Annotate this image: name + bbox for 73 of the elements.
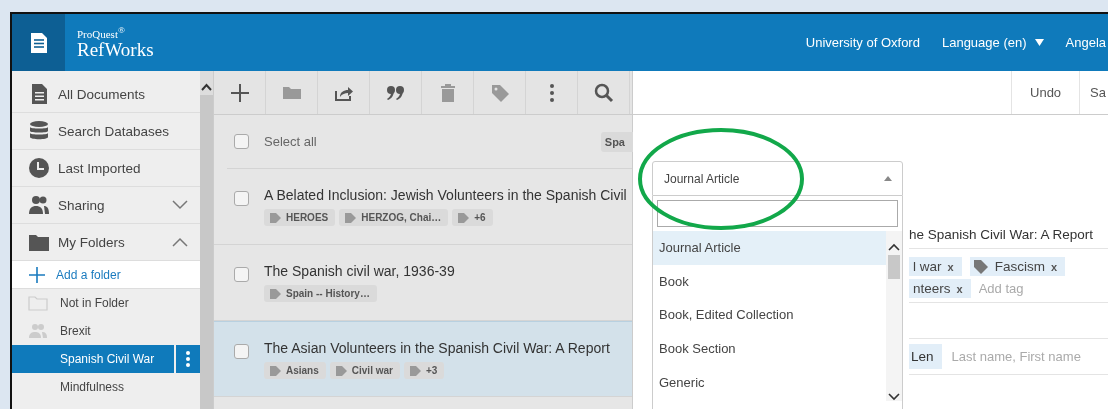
scrollbar-thumb[interactable] xyxy=(888,255,900,279)
dropdown-option[interactable]: Book Section xyxy=(653,331,886,366)
folder-item[interactable]: Spanish Civil War xyxy=(12,345,200,373)
add-folder-link[interactable]: Add a folder xyxy=(12,261,200,289)
document-title[interactable]: The Spanish civil war, 1936-39 xyxy=(264,263,455,279)
checkbox[interactable] xyxy=(234,191,249,206)
filter-chip[interactable]: Spa xyxy=(600,131,633,152)
caret-icon xyxy=(1034,39,1044,46)
checkbox[interactable] xyxy=(234,134,249,149)
tag-chip[interactable]: nteers x xyxy=(909,279,971,298)
search-field[interactable] xyxy=(657,200,898,227)
folder-item[interactable]: Brexit xyxy=(12,317,200,345)
document-title[interactable]: A Belated Inclusion: Jewish Volunteers in the Spanish Civil xyxy=(264,187,627,203)
tag-icon xyxy=(270,365,282,376)
document-title: he Spanish Civil War: A Report xyxy=(909,227,1094,242)
tag-chip[interactable]: +3 xyxy=(403,362,445,379)
checkbox[interactable] xyxy=(234,344,249,359)
sidebar-item[interactable]: Search Databases xyxy=(12,113,200,150)
tag-chip[interactable]: Asians xyxy=(264,362,326,379)
folder-icon xyxy=(28,295,48,311)
tag-chip[interactable]: Civil war xyxy=(329,362,400,379)
database-icon xyxy=(28,120,50,142)
document-title[interactable]: The Asian Volunteers in the Spanish Civil War: A Report xyxy=(264,340,610,356)
dropdown-option[interactable]: Generic xyxy=(653,365,886,399)
people-icon xyxy=(28,323,48,339)
people-icon xyxy=(28,194,50,216)
document-row[interactable]: The Asian Volunteers in the Spanish Civil War: A Report Asians Civil war +3 xyxy=(214,321,632,397)
brand-title: RefWorks xyxy=(77,39,154,59)
chevron-down-icon[interactable] xyxy=(888,393,900,401)
dropdown-option[interactable]: Book xyxy=(653,264,886,299)
folder-item[interactable]: Mindfulness xyxy=(12,373,200,401)
tag-chip[interactable]: l war x xyxy=(909,257,962,276)
header-link[interactable]: Language (en) xyxy=(941,35,1044,50)
chevron-up-icon[interactable] xyxy=(888,243,900,251)
header-link[interactable]: University of Oxford xyxy=(805,35,920,50)
tag-icon xyxy=(458,212,471,223)
dropdown-option[interactable]: Journal Article xyxy=(653,231,886,265)
tag-chip[interactable]: Fascism x xyxy=(969,257,1065,276)
type-select[interactable]: Journal Article xyxy=(652,161,903,196)
tag-icon xyxy=(409,365,422,376)
tag-icon xyxy=(973,259,989,274)
remove-icon[interactable]: x xyxy=(947,260,954,273)
header-link[interactable]: Angela xyxy=(1065,35,1106,50)
more-icon xyxy=(549,81,554,104)
sidebar-item[interactable]: Last Imported xyxy=(12,150,200,187)
brand-subtitle: ProQuest$^{®}$ xyxy=(77,26,126,40)
tag-icon xyxy=(270,288,282,299)
tag-chip[interactable]: +6 xyxy=(452,209,493,226)
dropdown-option[interactable]: Book, Edited Collection xyxy=(653,298,886,332)
plus-icon xyxy=(28,265,46,284)
toolbar-button[interactable]: Sa xyxy=(1079,71,1108,114)
sidebar-item[interactable]: All Documents xyxy=(12,71,200,113)
remove-icon[interactable]: x xyxy=(1050,260,1057,273)
tag-chip[interactable]: Spain -- History… xyxy=(264,285,377,302)
tag-chip[interactable]: HEROES xyxy=(264,209,336,226)
tag-icon xyxy=(345,212,358,223)
author-chip[interactable]: Len xyxy=(909,344,942,369)
search-icon xyxy=(592,81,615,104)
chevron-up-icon[interactable] xyxy=(201,83,212,91)
document-row[interactable]: A Belated Inclusion: Jewish Volunteers in the Spanish Civil HEROES HERZOG, Chai… +6 xyxy=(214,169,632,245)
select-all-label[interactable]: Select all xyxy=(264,134,586,149)
tag-icon xyxy=(270,212,282,223)
tag-chip[interactable]: HERZOG, Chai… xyxy=(339,209,449,226)
scrollbar[interactable] xyxy=(886,231,902,401)
tag-icon xyxy=(335,365,348,376)
more-icon xyxy=(186,351,190,367)
document-icon xyxy=(29,31,48,54)
plus-icon xyxy=(228,81,251,104)
sidebar-item[interactable]: Sharing xyxy=(12,187,200,224)
folder-item[interactable]: Not in Folder xyxy=(12,289,200,317)
checkbox[interactable] xyxy=(234,267,249,282)
clock-icon xyxy=(28,157,50,179)
remove-icon[interactable]: x xyxy=(956,282,963,295)
